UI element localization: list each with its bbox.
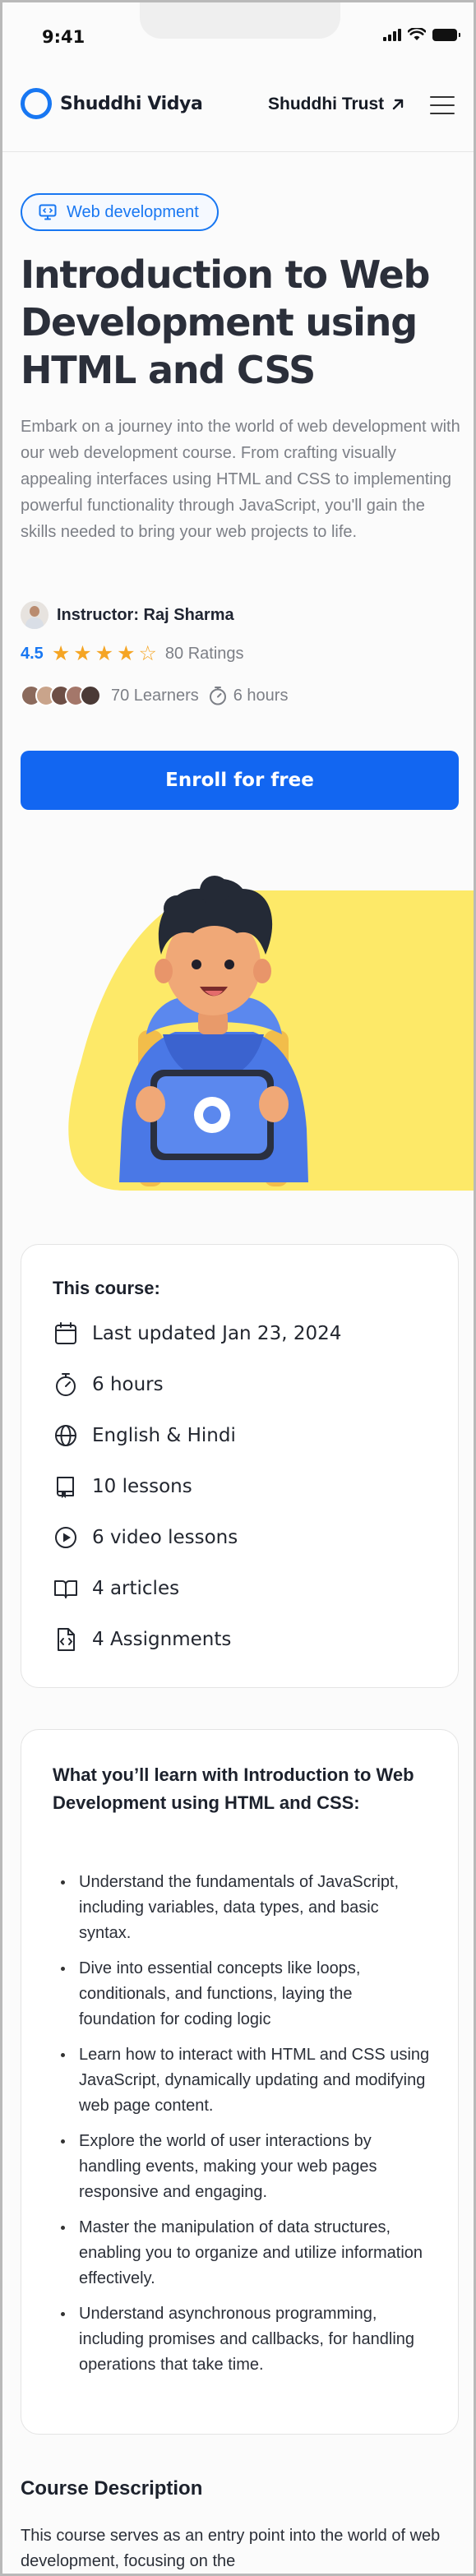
trust-link-label: Shuddhi Trust — [268, 95, 385, 113]
feature-lessons: 10 lessons — [53, 1473, 192, 1500]
list-item: Understand the fundamentals of JavaScrip… — [53, 1870, 431, 1946]
feature-label: Last updated Jan 23, 2024 — [92, 1323, 342, 1344]
feature-language: English & Hindi — [53, 1422, 236, 1449]
star-filled-icon: ★ — [51, 642, 71, 665]
monitor-icon — [39, 204, 57, 220]
wifi-icon — [408, 28, 426, 40]
list-item: Learn how to interact with HTML and CSS … — [53, 2042, 431, 2119]
play-icon — [55, 1527, 76, 1548]
feature-articles: 4 articles — [53, 1575, 179, 1602]
calendar-icon — [55, 1322, 76, 1344]
feature-last-updated: Last updated Jan 23, 2024 — [53, 1320, 341, 1347]
status-bar: 9:41 — [2, 2, 474, 65]
feature-label: 6 hours — [92, 1374, 164, 1395]
device-notch — [140, 2, 340, 39]
rating-value: 4.5 — [21, 645, 44, 663]
duration-label: 6 hours — [233, 686, 289, 705]
rating-row: 4.5 ★ ★ ★ ★ ☆ 80 Ratings — [21, 644, 244, 664]
feature-label: 4 articles — [92, 1578, 180, 1599]
feature-label: 10 lessons — [92, 1476, 192, 1497]
enroll-button[interactable]: Enroll for free — [21, 751, 459, 810]
star-filled-icon: ★ — [95, 642, 114, 665]
feature-assignments: 4 Assignments — [53, 1626, 231, 1653]
logo-ring-icon — [21, 88, 52, 119]
category-tag[interactable]: Web development — [21, 193, 219, 231]
status-time: 9:41 — [42, 27, 85, 47]
code-file-icon — [58, 1628, 75, 1651]
timer-icon — [209, 687, 226, 705]
course-summary-card: This course: Last updated Jan 23, 2024 6… — [21, 1244, 459, 1688]
globe-icon — [55, 1425, 76, 1446]
list-item: Dive into essential concepts like loops,… — [53, 1956, 431, 2033]
course-description-heading: Course Description — [21, 2477, 203, 2500]
rating-stars: ★ ★ ★ ★ ☆ — [52, 644, 157, 664]
list-item: Understand asynchronous programming, inc… — [53, 2301, 431, 2378]
feature-duration: 6 hours — [53, 1371, 164, 1398]
list-item: Master the manipulation of data structur… — [53, 2215, 431, 2292]
open-book-icon — [54, 1580, 77, 1598]
learner-avatar — [80, 685, 101, 706]
course-description: Embark on a journey into the world of we… — [21, 418, 460, 541]
course-description-text: This course serves as an entry point int… — [21, 2527, 441, 2570]
learners-count: 70 Learners — [111, 686, 199, 705]
hero-illustration — [68, 876, 474, 1191]
duration: 6 hours — [209, 686, 289, 705]
phone-frame: 9:41 Shuddhi Vidya Shuddhi Trust Web dev… — [0, 0, 476, 2576]
list-item: Explore the world of user interactions b… — [53, 2129, 431, 2205]
learning-outcomes-title: What you’ll learn with Introduction to W… — [53, 1764, 414, 1813]
course-title: Introduction to Web Development using HT… — [21, 252, 430, 392]
book-icon — [57, 1477, 74, 1498]
star-outline-icon: ☆ — [138, 642, 157, 665]
instructor[interactable]: Instructor: Raj Sharma — [21, 601, 234, 629]
arrow-up-right-icon — [392, 99, 404, 110]
learning-outcomes-list: Understand the fundamentals of JavaScrip… — [53, 1870, 431, 2388]
star-filled-icon: ★ — [117, 642, 136, 665]
timer-icon — [56, 1373, 76, 1396]
brand-name: Shuddhi Vidya — [60, 93, 203, 114]
shuddhi-trust-link[interactable]: Shuddhi Trust — [268, 95, 405, 114]
instructor-avatar — [21, 601, 49, 629]
signal-icon — [383, 28, 401, 41]
status-icons — [383, 28, 460, 41]
site-header: Shuddhi Vidya Shuddhi Trust — [2, 67, 474, 152]
rating-count: 80 Ratings — [164, 645, 244, 663]
feature-label: 6 video lessons — [92, 1527, 238, 1548]
star-filled-icon: ★ — [73, 642, 92, 665]
instructor-name: Instructor: Raj Sharma — [57, 605, 234, 624]
hamburger-menu-icon[interactable] — [430, 96, 455, 114]
course-summary-title: This course: — [53, 1278, 160, 1298]
battery-icon — [432, 28, 460, 41]
brand-logo[interactable]: Shuddhi Vidya — [21, 88, 203, 119]
learning-outcomes-card: What you’ll learn with Introduction to W… — [21, 1729, 459, 2435]
learners-row: 70 Learners 6 hours — [21, 685, 288, 706]
category-tag-label: Web development — [67, 202, 199, 221]
feature-label: English & Hindi — [92, 1425, 236, 1446]
learner-avatars — [21, 685, 101, 706]
feature-video-lessons: 6 video lessons — [53, 1524, 238, 1551]
feature-label: 4 Assignments — [92, 1629, 232, 1650]
